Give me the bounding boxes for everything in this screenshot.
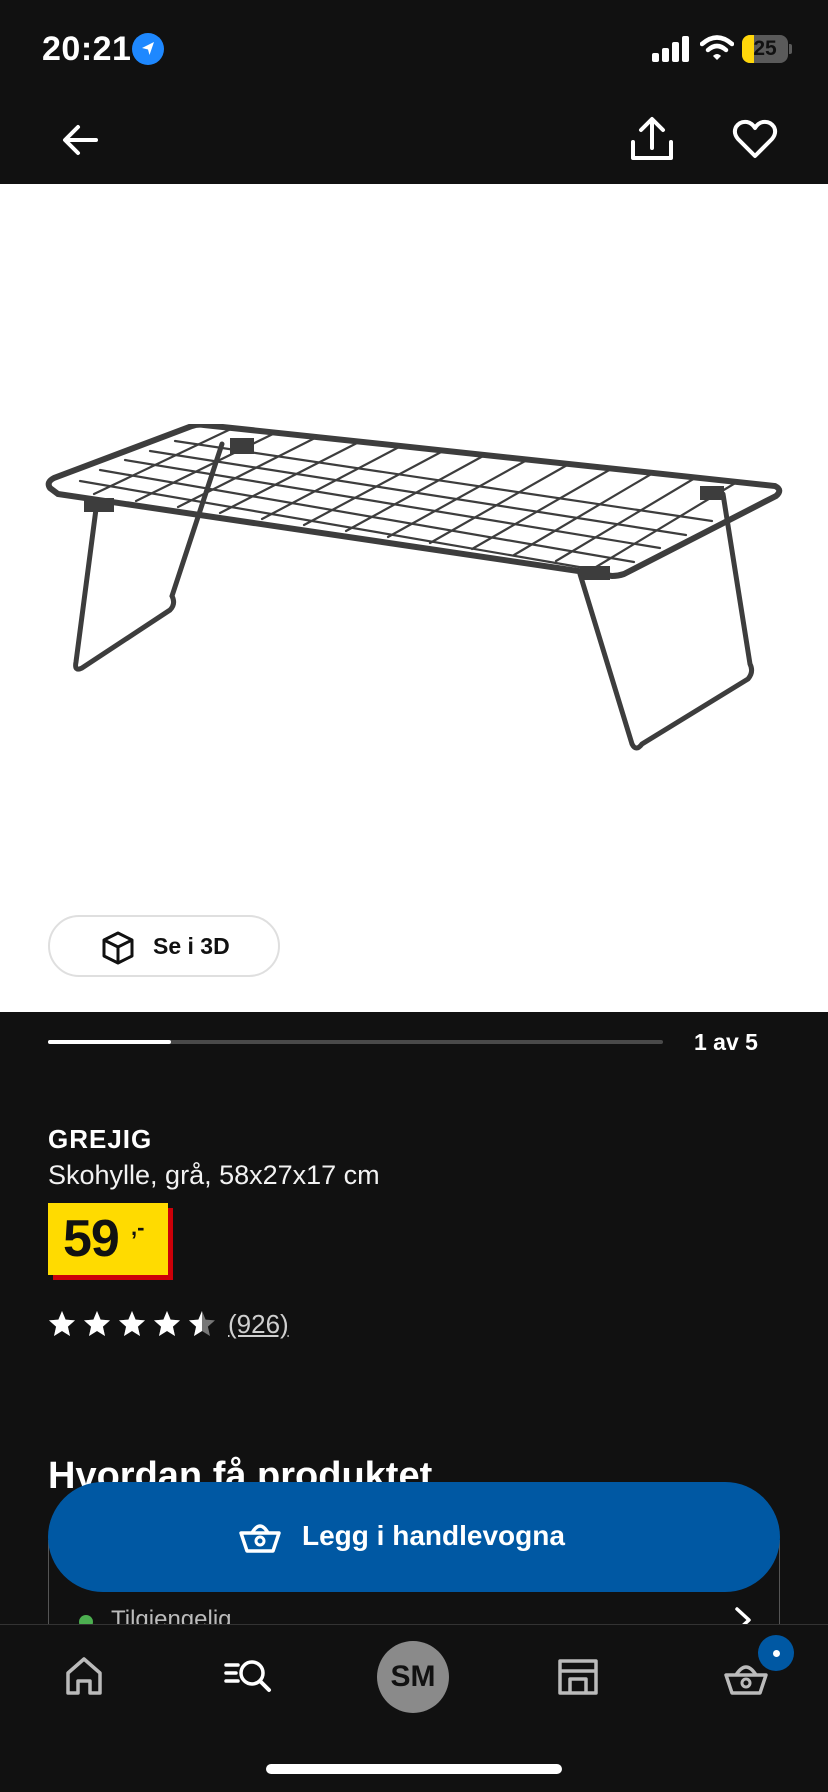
basket-icon bbox=[239, 1524, 281, 1553]
share-icon[interactable] bbox=[628, 114, 676, 164]
product-name: GREJIG bbox=[48, 1124, 153, 1154]
star-icon bbox=[189, 1311, 215, 1336]
star-icon bbox=[154, 1311, 180, 1336]
add-to-cart-label: Legg i handlevogna bbox=[302, 1520, 565, 1551]
home-indicator bbox=[266, 1764, 562, 1774]
arrow-left-icon[interactable] bbox=[58, 118, 102, 162]
cube-3d-icon bbox=[102, 931, 134, 965]
price-suffix: ,- bbox=[131, 1215, 145, 1240]
wifi-icon bbox=[700, 35, 734, 60]
top-app-bar bbox=[0, 100, 828, 184]
home-icon[interactable] bbox=[62, 1649, 106, 1705]
search-icon[interactable] bbox=[224, 1649, 272, 1705]
price-tag: 59 ,- bbox=[48, 1203, 168, 1275]
price-value: 59 bbox=[63, 1210, 120, 1268]
product-description: Skohylle, grå, 58x27x17 cm bbox=[48, 1160, 380, 1190]
profile-initials: SM bbox=[390, 1660, 436, 1693]
cart-badge bbox=[758, 1635, 794, 1671]
battery-level: 25 bbox=[753, 37, 777, 60]
rating-stars[interactable] bbox=[48, 1310, 218, 1340]
battery-icon: 25 bbox=[742, 35, 792, 63]
product-image-gallery[interactable]: Se i 3D bbox=[0, 184, 828, 1012]
gallery-page-counter: 1 av 5 bbox=[694, 1029, 758, 1055]
star-icon bbox=[119, 1311, 145, 1336]
cellular-signal-icon bbox=[652, 36, 689, 62]
view-in-3d-label: Se i 3D bbox=[153, 933, 230, 959]
add-to-cart-button[interactable]: Legg i handlevogna bbox=[48, 1482, 780, 1592]
location-arrow-icon bbox=[132, 33, 164, 65]
cart-badge-dot bbox=[773, 1650, 780, 1657]
review-count-link[interactable]: (926) bbox=[228, 1309, 289, 1340]
heart-icon[interactable] bbox=[732, 118, 778, 160]
view-in-3d-button[interactable]: Se i 3D bbox=[48, 915, 280, 977]
gallery-progress-fill bbox=[48, 1040, 171, 1044]
gallery-progress-bar bbox=[48, 1040, 663, 1044]
status-bar: 20:21 25 bbox=[0, 0, 828, 100]
star-icon bbox=[84, 1311, 110, 1336]
store-icon[interactable] bbox=[556, 1649, 600, 1705]
product-image bbox=[45, 424, 783, 751]
status-time: 20:21 bbox=[42, 30, 132, 68]
star-icon bbox=[49, 1311, 75, 1336]
profile-avatar[interactable]: SM bbox=[377, 1641, 449, 1713]
